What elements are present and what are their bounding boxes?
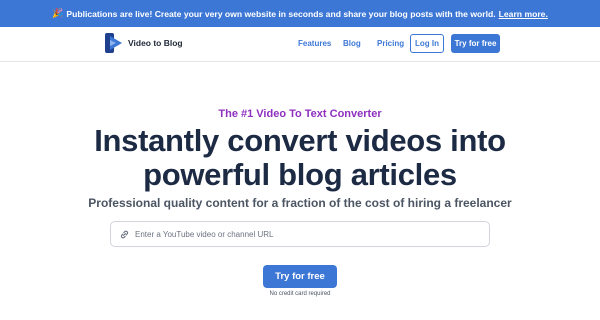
nav-link-blog[interactable]: Blog xyxy=(343,39,361,48)
brand-logo-icon xyxy=(105,33,122,53)
hero-headline: Instantly convert videos into powerful b… xyxy=(0,124,600,192)
announcement-bar: 🎉 Publications are live! Create your ver… xyxy=(0,0,600,27)
hero-subheading: Professional quality content for a fract… xyxy=(88,196,512,210)
url-search-box[interactable] xyxy=(110,221,490,247)
brand-name: Video to Blog xyxy=(128,38,183,48)
top-navigation: Video to Blog Features Blog Pricing Log … xyxy=(0,27,600,62)
no-credit-card-note: No credit card required xyxy=(269,291,331,297)
nav-link-pricing[interactable]: Pricing xyxy=(377,39,404,48)
headline-line-2: powerful blog articles xyxy=(143,157,457,192)
login-button[interactable]: Log In xyxy=(410,34,444,53)
learn-more-link[interactable]: Learn more. xyxy=(499,9,548,19)
nav-try-free-button[interactable]: Try for free xyxy=(451,34,500,53)
link-icon xyxy=(120,230,129,238)
video-url-input[interactable] xyxy=(135,229,489,239)
nav-link-features[interactable]: Features xyxy=(298,39,331,48)
headline-line-1: Instantly convert videos into xyxy=(94,123,506,158)
hero-try-free-button[interactable]: Try for free xyxy=(263,265,337,288)
brand[interactable]: Video to Blog xyxy=(104,32,183,54)
announcement-text: Publications are live! Create your very … xyxy=(66,8,496,19)
party-popper-icon: 🎉 xyxy=(52,8,64,18)
hero-eyebrow: The #1 Video To Text Converter xyxy=(218,108,382,120)
